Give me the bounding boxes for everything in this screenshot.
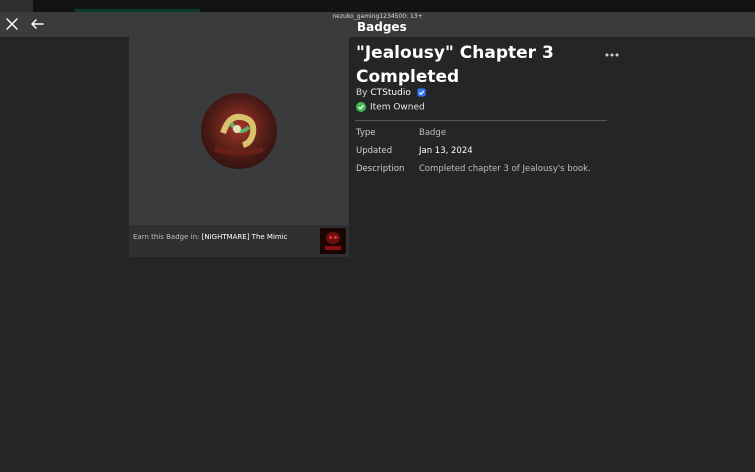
close-button[interactable]: [4, 16, 20, 32]
type-label: Type: [356, 128, 376, 138]
details-divider: [355, 120, 607, 121]
verified-badge-icon: [417, 88, 426, 97]
creator-byline: By CTStudio: [356, 88, 426, 98]
top-strip-left-block: [0, 0, 33, 12]
earn-label: Earn this Badge in: [NIGHTMARE] The Mimi…: [133, 233, 288, 241]
description-label: Description: [356, 164, 405, 174]
badge-artwork: [214, 113, 264, 156]
back-button[interactable]: [29, 16, 45, 32]
page-title: Badges: [357, 20, 407, 34]
badge-media-panel: Earn this Badge in: [NIGHTMARE] The Mimi…: [129, 37, 349, 257]
more-options-button[interactable]: [604, 45, 620, 57]
top-strip: [0, 0, 755, 12]
ownership-status: Item Owned: [356, 102, 425, 113]
updated-value: Jan 13, 2024: [419, 146, 473, 156]
game-thumbnail[interactable]: [320, 228, 346, 254]
game-thumbnail-art: [320, 228, 346, 254]
more-options-icon: [605, 53, 619, 57]
check-circle-icon: [356, 102, 366, 112]
creator-link[interactable]: CTStudio: [370, 88, 410, 98]
back-arrow-icon: [31, 19, 44, 29]
description-value: Completed chapter 3 of Jealousy's book.: [419, 164, 591, 174]
badge-title: "Jealousy" Chapter 3 Completed: [356, 43, 554, 87]
type-value: Badge: [419, 128, 447, 138]
updated-label: Updated: [356, 146, 393, 156]
earn-prefix: Earn this Badge in:: [133, 233, 202, 241]
badge-image: [201, 93, 277, 169]
close-icon: [6, 18, 18, 30]
by-prefix: By: [356, 88, 368, 98]
earn-game-link[interactable]: [NIGHTMARE] The Mimic: [202, 233, 288, 241]
earn-in-game-row[interactable]: Earn this Badge in: [NIGHTMARE] The Mimi…: [129, 225, 349, 257]
owned-label: Item Owned: [370, 102, 425, 113]
